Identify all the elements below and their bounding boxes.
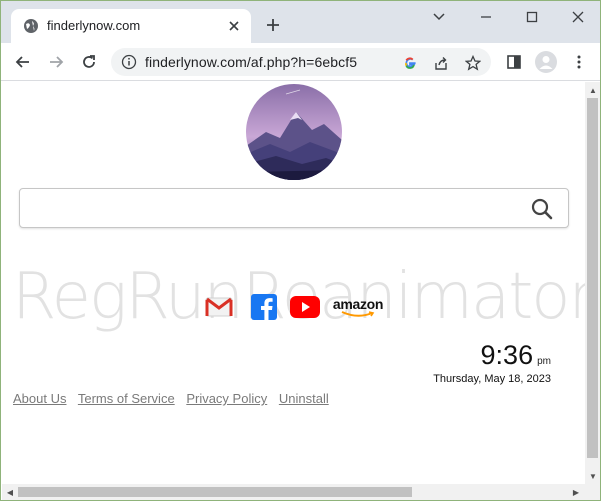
amazon-smile-icon — [341, 310, 375, 317]
scroll-down-arrow[interactable]: ▼ — [587, 470, 599, 482]
close-window-button[interactable] — [567, 7, 589, 27]
uninstall-link[interactable]: Uninstall — [279, 391, 329, 406]
search-icon[interactable] — [530, 197, 554, 221]
title-bar: finderlynow.com — [1, 1, 600, 43]
star-icon — [465, 55, 481, 71]
facebook-icon — [251, 294, 277, 320]
side-panel-icon — [507, 55, 521, 69]
google-icon — [405, 57, 416, 69]
reload-icon — [83, 55, 95, 68]
close-icon — [229, 21, 239, 31]
site-logo — [246, 84, 342, 180]
terms-of-service-link[interactable]: Terms of Service — [78, 391, 175, 406]
amazon-logo-text: amazon — [332, 295, 384, 312]
globe-icon — [24, 19, 38, 33]
more-vertical-icon — [577, 55, 581, 69]
search-input[interactable] — [30, 197, 510, 219]
back-button[interactable] — [12, 51, 34, 73]
browser-tab[interactable]: finderlynow.com — [11, 9, 251, 43]
privacy-policy-link[interactable]: Privacy Policy — [186, 391, 267, 406]
chevron-down-icon — [433, 13, 445, 21]
footer-links: About Us Terms of Service Privacy Policy… — [13, 391, 337, 406]
share-icon — [435, 57, 447, 70]
scroll-right-arrow[interactable]: ▶ — [570, 486, 582, 498]
gmail-shortcut[interactable] — [204, 294, 234, 320]
info-icon[interactable] — [121, 54, 137, 70]
youtube-icon — [290, 296, 320, 318]
tab-search-button[interactable] — [428, 7, 450, 27]
side-panel-button[interactable] — [503, 51, 525, 73]
google-lens-button[interactable] — [401, 54, 419, 72]
scroll-up-arrow[interactable]: ▲ — [587, 84, 599, 96]
address-bar[interactable]: finderlynow.com/af.php?h=6ebcf5 — [111, 48, 491, 76]
plus-icon — [267, 19, 279, 31]
url-text[interactable]: finderlynow.com/af.php?h=6ebcf5 — [145, 54, 357, 70]
profile-button[interactable] — [535, 51, 557, 73]
mountain-logo-image — [246, 84, 342, 180]
horizontal-scrollbar[interactable]: ◀ ▶ — [2, 484, 600, 500]
about-us-link[interactable]: About Us — [13, 391, 66, 406]
maximize-icon — [526, 11, 538, 23]
tab-title: finderlynow.com — [47, 18, 141, 33]
avatar-icon — [535, 51, 557, 73]
menu-button[interactable] — [568, 51, 590, 73]
arrow-right-icon — [50, 56, 64, 68]
share-button[interactable] — [432, 54, 450, 72]
minimize-icon — [481, 16, 491, 18]
amazon-shortcut[interactable]: amazon — [332, 294, 384, 320]
browser-window: finderlynow.com finderlynow.com/af.php?h… — [0, 0, 601, 501]
maximize-button[interactable] — [521, 7, 543, 27]
forward-button[interactable] — [45, 51, 67, 73]
vertical-scrollbar[interactable]: ▲ ▼ — [585, 82, 600, 484]
reload-button[interactable] — [78, 51, 100, 73]
vertical-scroll-thumb[interactable] — [587, 98, 598, 458]
youtube-shortcut[interactable] — [290, 294, 320, 320]
gmail-icon — [205, 297, 233, 317]
bookmark-button[interactable] — [464, 54, 482, 72]
clock-ampm: pm — [537, 356, 551, 367]
close-tab-button[interactable] — [225, 17, 243, 35]
page-content: RegRunReanimator.com — [2, 82, 585, 484]
horizontal-scroll-thumb[interactable] — [18, 487, 412, 497]
arrow-left-icon — [15, 56, 29, 68]
facebook-shortcut[interactable] — [250, 294, 278, 320]
clock-widget: 9:36 pm Thursday, May 18, 2023 — [433, 340, 551, 385]
clock-date: Thursday, May 18, 2023 — [433, 373, 551, 385]
clock-time: 9:36 — [480, 340, 534, 370]
search-box[interactable] — [19, 188, 569, 228]
browser-toolbar: finderlynow.com/af.php?h=6ebcf5 — [1, 43, 600, 81]
close-icon — [572, 11, 584, 23]
scroll-left-arrow[interactable]: ◀ — [4, 486, 16, 498]
minimize-button[interactable] — [475, 7, 497, 27]
new-tab-button[interactable] — [263, 15, 283, 35]
